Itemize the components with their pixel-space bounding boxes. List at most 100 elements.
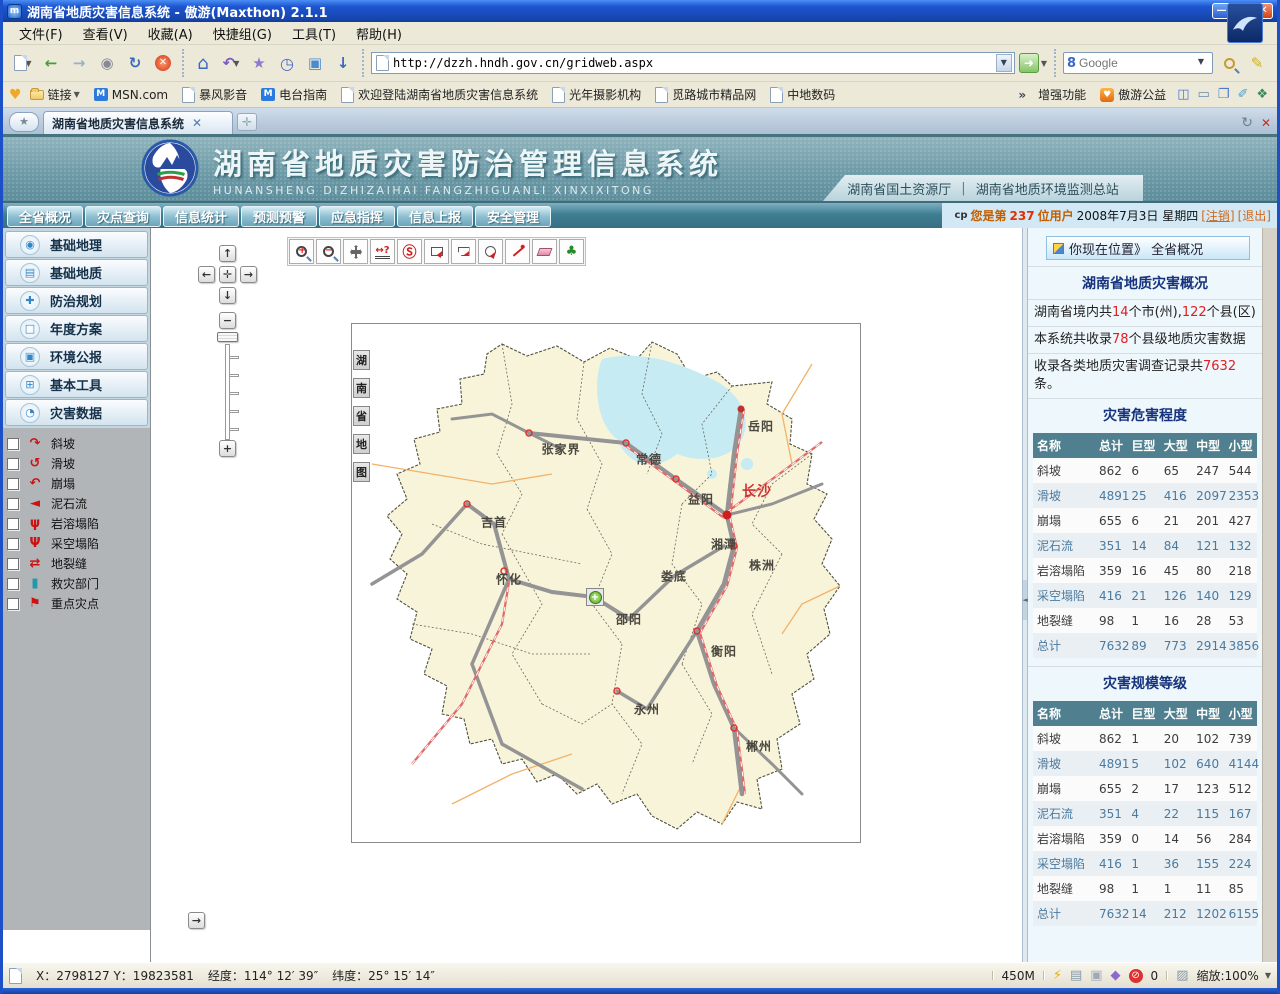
layer-tab[interactable]: 省 xyxy=(353,406,370,426)
pan-up-button[interactable]: ↑ xyxy=(219,245,236,262)
history-clock-icon[interactable]: ◷ xyxy=(275,51,299,75)
sidebar-button-4[interactable]: ▣环境公报 xyxy=(5,343,148,370)
zoom-level[interactable]: 缩放:100% xyxy=(1196,967,1258,984)
map-marker-button[interactable]: + xyxy=(586,588,604,606)
proxy-icon[interactable]: ▤ xyxy=(1070,968,1082,983)
tab-security-mgmt[interactable]: 安全管理 xyxy=(475,206,551,227)
layer-checkbox[interactable] xyxy=(7,458,19,470)
tabbar-close-icon[interactable]: ✕ xyxy=(1261,116,1271,130)
layer-checkbox[interactable] xyxy=(7,598,19,610)
search-magnifier-icon[interactable] xyxy=(1217,51,1241,75)
window-icon[interactable]: ▭ xyxy=(1194,87,1212,102)
layer-checkbox[interactable] xyxy=(7,438,19,450)
search-dropdown[interactable]: ▼ xyxy=(1193,54,1209,72)
select-by-attribute-tool[interactable]: Ⓢ xyxy=(397,239,422,264)
layer-tab[interactable]: 地 xyxy=(353,434,370,454)
tab-refresh-icon[interactable]: ↻ xyxy=(1241,115,1253,131)
go-dropdown[interactable]: ▼ xyxy=(1041,59,1047,68)
menu-groups[interactable]: 快捷组(G) xyxy=(203,22,282,45)
sidebar-button-6[interactable]: ◔灾害数据 xyxy=(5,399,148,426)
bookmark-item[interactable]: 中地数码 xyxy=(764,84,841,105)
favorites-heart-icon[interactable]: ♥ xyxy=(9,87,22,103)
new-page-button[interactable]: ▼ xyxy=(11,51,35,75)
zoom-in-tool[interactable]: + xyxy=(289,239,314,264)
layer-checkbox[interactable] xyxy=(7,518,19,530)
skin-icon[interactable]: ◫ xyxy=(1174,87,1192,102)
logout-link[interactable]: [注销] xyxy=(1201,207,1234,224)
bookmark-item[interactable]: 光年摄影机构 xyxy=(546,84,647,105)
forward-button[interactable]: → xyxy=(67,51,91,75)
bookmark-item[interactable]: 觅路城市精品网 xyxy=(649,84,762,105)
bookmark-item[interactable]: 暴风影音 xyxy=(176,84,253,105)
layer-tab[interactable]: 南 xyxy=(353,378,370,398)
menu-favorites[interactable]: 收藏(A) xyxy=(138,22,203,45)
menu-view[interactable]: 查看(V) xyxy=(73,22,138,45)
active-tab[interactable]: 湖南省地质灾害信息系统 ✕ xyxy=(43,111,233,134)
refresh-button[interactable]: ↻ xyxy=(123,51,147,75)
pen-icon[interactable]: ✐ xyxy=(1234,87,1251,102)
stop-button[interactable]: ✕ xyxy=(151,51,175,75)
pan-right-button[interactable]: → xyxy=(240,266,257,283)
tab-forecast-warning[interactable]: 预测预警 xyxy=(241,206,317,227)
map-expand-arrow-button[interactable]: → xyxy=(188,912,205,929)
pan-down-button[interactable]: ↓ xyxy=(219,287,236,304)
pan-hand-tool[interactable] xyxy=(343,239,368,264)
measure-distance-tool[interactable]: ↔? xyxy=(370,239,395,264)
sidebar-button-2[interactable]: ✚防治规划 xyxy=(5,287,148,314)
menu-file[interactable]: 文件(F) xyxy=(9,22,73,45)
notes-icon[interactable]: ❐ xyxy=(1215,87,1233,102)
tab-info-report[interactable]: 信息上报 xyxy=(397,206,473,227)
zoom-out-slider-button[interactable]: − xyxy=(219,312,236,329)
tab-disaster-query[interactable]: 灾点查询 xyxy=(85,206,161,227)
bookmarks-overflow-chevron[interactable]: » xyxy=(1014,88,1030,102)
back-button[interactable]: ← xyxy=(39,51,63,75)
layer-checkbox[interactable] xyxy=(7,578,19,590)
sidebar-button-1[interactable]: ▤基础地质 xyxy=(5,259,148,286)
tab-province-overview[interactable]: 全省概况 xyxy=(7,206,83,227)
go-button[interactable]: ➜ xyxy=(1019,53,1039,73)
bookmark-item[interactable]: M电台指南 xyxy=(255,84,333,105)
zoom-out-tool[interactable]: − xyxy=(316,239,341,264)
exit-link[interactable]: [退出] xyxy=(1238,207,1271,224)
eraser-tool[interactable] xyxy=(532,239,557,264)
menu-tools[interactable]: 工具(T) xyxy=(282,22,346,45)
sidebar-button-5[interactable]: ⊞基本工具 xyxy=(5,371,148,398)
popup-blocker-icon[interactable]: ⊘ xyxy=(1129,969,1143,983)
plugin-icon[interactable]: ❖ xyxy=(1253,87,1271,102)
link-geo-env-monitor-station[interactable]: 湖南省地质环境监测总站 xyxy=(976,179,1119,198)
zoom-dropdown-icon[interactable]: ▼ xyxy=(1265,971,1271,980)
bookmark-links-folder[interactable]: 链接▼ xyxy=(24,84,86,105)
sidebar-button-3[interactable]: □年度方案 xyxy=(5,315,148,342)
link-land-resources-dept[interactable]: 湖南省国土资源厅 xyxy=(847,179,951,198)
sidebar-button-0[interactable]: ◉基础地理 xyxy=(5,231,148,258)
bookmark-msn[interactable]: MMSN.com xyxy=(88,86,174,104)
maxthon-charity-link[interactable]: ♥傲游公益 xyxy=(1094,84,1172,105)
resize-icon[interactable]: ▨ xyxy=(1176,968,1188,983)
pan-center-button[interactable]: ✛ xyxy=(219,266,236,283)
enhance-features-link[interactable]: 增强功能 xyxy=(1032,84,1092,105)
zoom-in-slider-button[interactable]: + xyxy=(219,440,236,457)
address-bar[interactable]: ▼ xyxy=(371,52,1015,74)
draw-line-tool[interactable] xyxy=(505,239,530,264)
url-input[interactable] xyxy=(393,56,992,70)
splitter-collapse-icon[interactable]: ◄ xyxy=(1023,580,1027,620)
download-button[interactable]: ↓ xyxy=(331,51,355,75)
layer-checkbox[interactable] xyxy=(7,538,19,550)
tab-emergency-command[interactable]: 应急指挥 xyxy=(319,206,395,227)
panel-splitter[interactable]: ◄ xyxy=(1022,228,1028,962)
notes-diamond-icon[interactable]: ◆ xyxy=(1111,968,1121,983)
polygon-select-tool[interactable]: ► xyxy=(451,239,476,264)
tab-close-icon[interactable]: ✕ xyxy=(192,116,202,130)
map-canvas[interactable]: 张家界常德岳阳益阳长沙吉首湘潭株洲娄底怀化邵阳衡阳永州郴州 + xyxy=(351,323,861,843)
recent-dropdown-icon[interactable]: ◉ xyxy=(95,51,119,75)
url-dropdown-button[interactable]: ▼ xyxy=(996,54,1012,72)
highlighter-icon[interactable]: ✎ xyxy=(1245,51,1269,75)
circle-select-tool[interactable]: ► xyxy=(478,239,503,264)
boost-lightning-icon[interactable]: ⚡ xyxy=(1053,968,1062,983)
undo-button[interactable]: ↶▼ xyxy=(219,51,243,75)
home-button[interactable]: ⌂ xyxy=(191,51,215,75)
search-input[interactable] xyxy=(1079,56,1190,70)
new-window-icon[interactable]: ▣ xyxy=(1090,968,1102,983)
layer-checkbox[interactable] xyxy=(7,478,19,490)
rectangle-select-tool[interactable]: ► xyxy=(424,239,449,264)
